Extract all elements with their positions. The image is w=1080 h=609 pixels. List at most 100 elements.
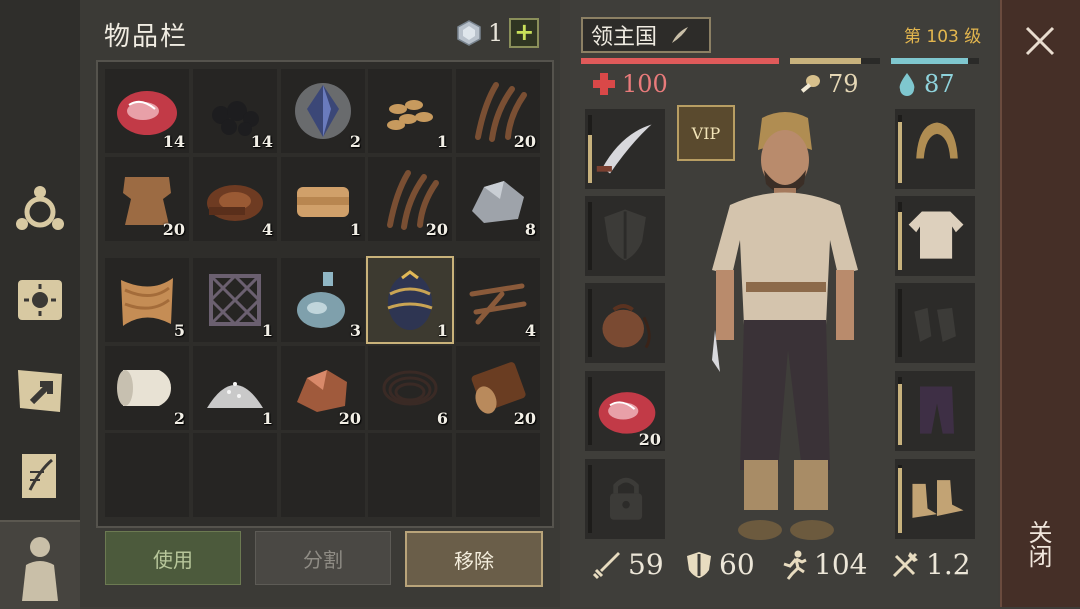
close-panel[interactable]: [1000, 0, 1080, 607]
inventory-slot[interactable]: 20: [105, 157, 189, 241]
item-quantity: 1: [436, 321, 448, 340]
quickbar-slot-raw-meat[interactable]: 20: [585, 371, 665, 451]
item-quantity: 1: [349, 220, 361, 239]
equipment-slot-trousers[interactable]: [895, 371, 975, 451]
inventory-slot-empty[interactable]: [193, 433, 277, 517]
inventory-slot[interactable]: 4: [456, 258, 540, 342]
quickbar-slot-scimitar[interactable]: [585, 109, 665, 189]
leather-roll-icon: [207, 185, 263, 221]
map-arrow-icon: [18, 370, 62, 412]
item-quantity: 1: [436, 132, 448, 151]
side-tab-map[interactable]: [0, 350, 80, 430]
durability-bar: [898, 115, 902, 183]
inventory-slot[interactable]: 14: [105, 69, 189, 153]
nails-icon: [469, 283, 527, 325]
split-button[interactable]: 分割: [255, 531, 391, 585]
currency-box: 1 +: [456, 18, 540, 48]
item-quantity: 4: [524, 321, 536, 340]
item-quantity: 1: [261, 321, 273, 340]
hunger-bar: [790, 58, 880, 64]
edit-quill-icon[interactable]: [669, 24, 691, 46]
clan-icon: [16, 186, 64, 230]
inventory-slot[interactable]: 20: [456, 346, 540, 430]
hunger-stat: 79: [798, 70, 859, 98]
inventory-slot[interactable]: 1: [366, 256, 454, 344]
inventory-slot-empty[interactable]: [105, 433, 189, 517]
character-level: 第 103 级: [904, 27, 982, 47]
item-quantity: 14: [250, 132, 273, 151]
side-tab-scroll[interactable]: [0, 436, 80, 516]
shield-empty-icon: [604, 209, 646, 261]
equipment-slot-gloves-empty[interactable]: [895, 283, 975, 363]
speed-stat: 104: [780, 548, 867, 581]
durability-bar: [588, 289, 592, 357]
weight-value: 1.2: [926, 548, 971, 581]
wire-coil-icon: [382, 370, 438, 406]
close-button-label[interactable]: 关闭: [1024, 520, 1056, 568]
seeds-icon: [387, 100, 433, 130]
item-quantity: 20: [513, 132, 536, 151]
drumstick-icon: [800, 75, 820, 93]
inventory-slot[interactable]: 5: [105, 258, 189, 342]
remove-button[interactable]: 移除: [405, 531, 543, 587]
side-tab-clan[interactable]: [0, 170, 80, 250]
durability-bar: [898, 202, 902, 270]
boots-icon: [912, 480, 964, 518]
inventory-slot[interactable]: 20: [281, 346, 365, 430]
inventory-slot[interactable]: 1: [193, 258, 277, 342]
item-quantity: 4: [261, 220, 273, 239]
item-quantity: 20: [638, 430, 661, 449]
inventory-slot[interactable]: 20: [456, 69, 540, 153]
quickbar-slot-locked[interactable]: [585, 459, 665, 539]
durability-bar: [588, 465, 592, 533]
inventory-slot[interactable]: 3: [281, 258, 365, 342]
running-figure-icon: [783, 550, 807, 580]
inventory-slot[interactable]: 14: [193, 69, 277, 153]
inventory-slot[interactable]: 2: [105, 346, 189, 430]
inventory-slot-empty[interactable]: [368, 433, 452, 517]
inventory-slot-empty[interactable]: [456, 433, 540, 517]
gem-icon: [457, 20, 481, 46]
character-name-field[interactable]: 领主国: [581, 17, 711, 53]
side-tab-inventory[interactable]: [0, 520, 80, 609]
quickbar-slot-pouch[interactable]: [585, 283, 665, 363]
shirt-icon: [908, 211, 964, 259]
use-button[interactable]: 使用: [105, 531, 241, 585]
item-quantity: 6: [436, 409, 448, 428]
item-quantity: 3: [349, 321, 361, 340]
side-tab-recipes[interactable]: [0, 260, 80, 340]
durability-bar: [588, 377, 592, 445]
health-value: 100: [622, 70, 668, 98]
item-quantity: 20: [425, 220, 448, 239]
inventory-slot[interactable]: 1: [193, 346, 277, 430]
inventory-slot-empty[interactable]: [281, 433, 365, 517]
add-currency-button[interactable]: +: [509, 18, 540, 48]
scimitar-icon: [596, 124, 652, 174]
character-name: 领主国: [591, 25, 658, 50]
sun-book-icon: [18, 280, 62, 320]
equipment-slot-shirt[interactable]: [895, 196, 975, 276]
defense-value: 60: [719, 548, 755, 581]
inventory-slot[interactable]: 2: [281, 69, 365, 153]
side-nav: [0, 0, 80, 609]
hood-icon: [916, 122, 958, 159]
lattice-frame-icon: [209, 274, 261, 326]
health-bar: [581, 58, 779, 64]
item-quantity: 2: [173, 409, 185, 428]
inventory-slot[interactable]: 6: [368, 346, 452, 430]
thirst-bar: [891, 58, 979, 64]
quickbar-slot-shield-empty[interactable]: [585, 196, 665, 276]
inventory-slot[interactable]: 1: [281, 157, 365, 241]
inventory-slot[interactable]: 20: [368, 157, 452, 241]
thirst-value: 87: [924, 70, 955, 98]
item-quantity: 20: [162, 220, 185, 239]
equipment-slot-hood[interactable]: [895, 109, 975, 189]
inventory-slot[interactable]: 4: [193, 157, 277, 241]
salt-pile-icon: [207, 382, 263, 408]
inventory-slot[interactable]: 8: [456, 157, 540, 241]
inventory-slot[interactable]: 1: [368, 69, 452, 153]
close-icon[interactable]: [1023, 24, 1057, 58]
fabric-scrap-icon: [121, 278, 173, 326]
sword-icon: [592, 551, 620, 579]
equipment-slot-boots[interactable]: [895, 459, 975, 539]
